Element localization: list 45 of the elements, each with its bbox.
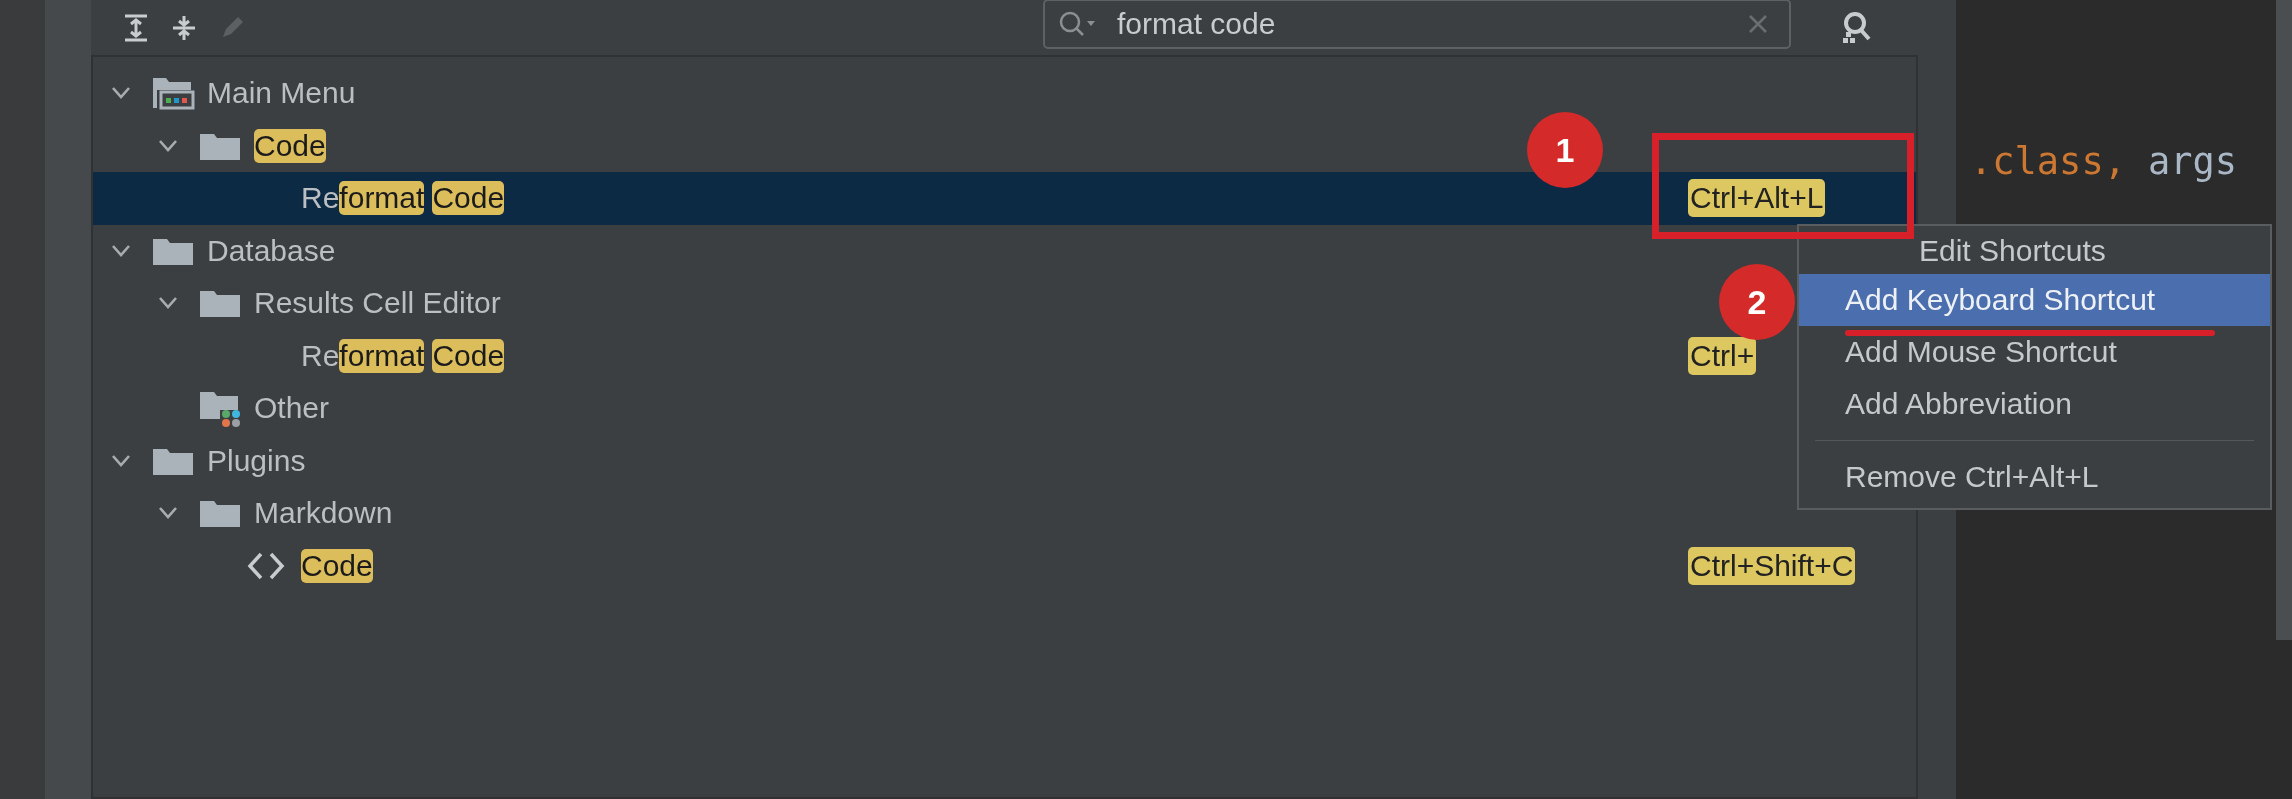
tree-row[interactable]: Results Cell Editor <box>93 277 501 330</box>
search-match: format <box>339 181 425 216</box>
step-number: 1 <box>1527 112 1603 188</box>
chevron-icon[interactable] <box>111 243 131 258</box>
tree-row[interactable]: Plugins <box>93 434 306 487</box>
tree-row[interactable]: Database <box>93 224 336 277</box>
chevron-icon[interactable] <box>111 86 131 101</box>
search-match: Code <box>254 128 326 163</box>
tree-row[interactable]: Code <box>93 539 373 592</box>
search-match: Code <box>432 181 505 216</box>
folder-icon <box>200 498 240 529</box>
label-text: Markdown <box>254 496 393 531</box>
tree-row[interactable]: Code <box>93 119 326 172</box>
shortcut-label: Ctrl+Alt+L <box>1688 179 1826 218</box>
tree-row[interactable]: Main Menu <box>93 67 356 120</box>
chevron-icon[interactable] <box>158 506 178 521</box>
search-match: Code <box>301 548 373 583</box>
code-icon <box>247 550 285 581</box>
label-text: Results Cell Editor <box>254 286 501 321</box>
menu-item[interactable]: Remove Ctrl+Alt+L <box>1799 451 2270 503</box>
shortcut-label: Ctrl+ <box>1688 336 1757 375</box>
menu-item[interactable]: Add Keyboard Shortcut <box>1799 274 2270 326</box>
scrollbar[interactable] <box>2276 0 2292 640</box>
shortcut-label: Ctrl+Shift+C <box>1688 546 1856 585</box>
chevron-icon[interactable] <box>158 296 178 311</box>
menu-item[interactable]: Add Abbreviation <box>1799 378 2270 430</box>
label-text: Plugins <box>207 443 306 478</box>
search-input[interactable]: format code <box>1115 5 1747 42</box>
code-line: .class, args <box>1970 140 2238 183</box>
folder-icon <box>200 389 242 428</box>
tree-row[interactable]: Markdown <box>93 487 393 540</box>
search-box[interactable]: format code <box>1043 0 1791 49</box>
menu-folder-icon <box>153 76 195 111</box>
label-text: Database <box>207 233 336 268</box>
label-text: Main Menu <box>207 76 356 111</box>
menu-item[interactable]: Add Mouse Shortcut <box>1799 326 2270 378</box>
tree-row[interactable]: Other <box>93 382 330 435</box>
step-number: 2 <box>1719 264 1795 340</box>
search-match: format <box>339 338 425 373</box>
menu-title: Edit Shortcuts <box>1918 233 2107 269</box>
search-match: Code <box>432 338 505 373</box>
label-text: Other <box>254 391 330 426</box>
folder-icon <box>200 288 240 319</box>
chevron-icon[interactable] <box>158 138 178 153</box>
chevron-icon[interactable] <box>111 453 131 468</box>
